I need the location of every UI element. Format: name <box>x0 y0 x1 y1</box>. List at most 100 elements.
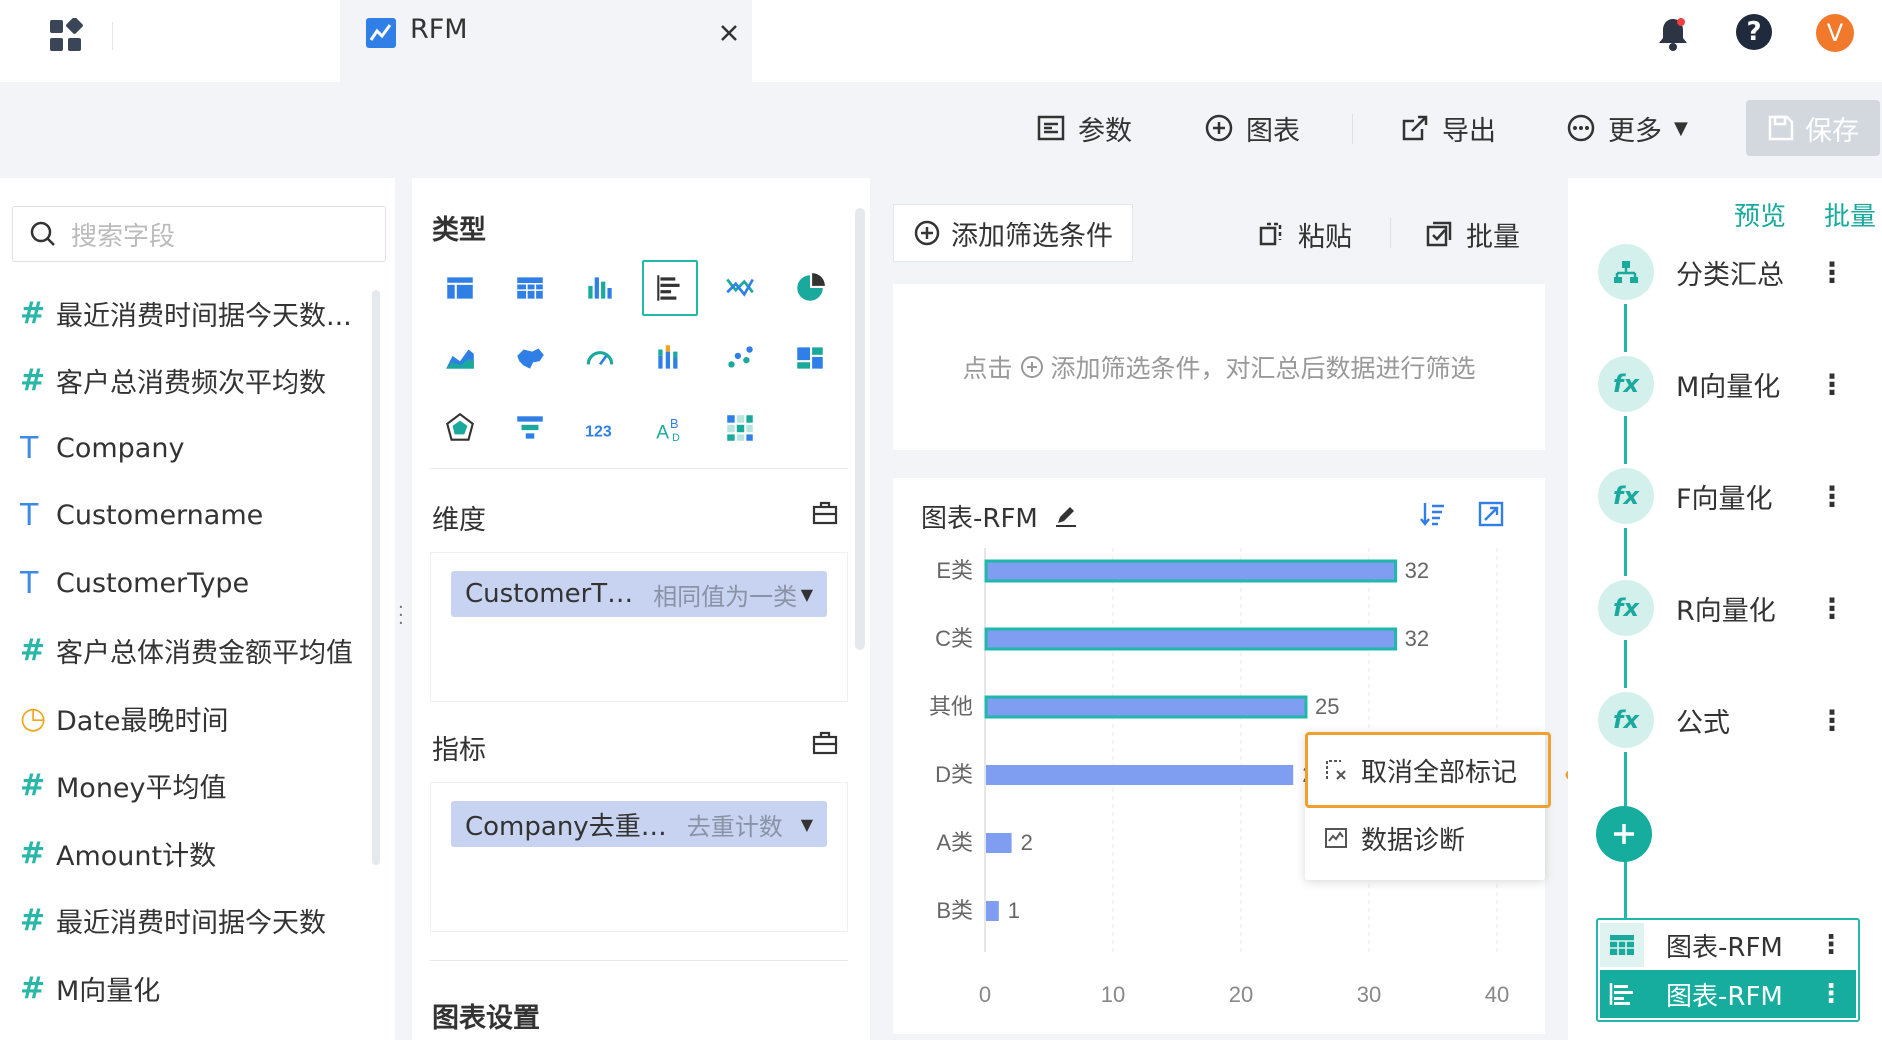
field-item[interactable]: # Amount计数 <box>20 833 216 873</box>
geo-text-icon: T <box>20 430 39 466</box>
batch-link[interactable]: 批量 <box>1824 196 1876 233</box>
field-item[interactable]: # 最近消费时间据今天数... <box>20 293 352 333</box>
more-vertical-icon[interactable]: ⋮ <box>1818 979 1844 1009</box>
scrollbar[interactable] <box>855 208 865 650</box>
bar[interactable] <box>984 695 1308 719</box>
plus-icon <box>1614 824 1634 844</box>
field-item[interactable]: # 客户总体消费金额平均值 <box>20 631 353 671</box>
field-item[interactable]: T CustomerType <box>20 563 249 603</box>
step-label: M向量化 <box>1676 371 1781 403</box>
apps-grid-icon[interactable] <box>48 18 84 54</box>
more-vertical-icon[interactable]: ⋮ <box>1818 930 1844 960</box>
y-category-label: C类 <box>935 626 973 651</box>
metric-title: 指标 <box>432 735 486 766</box>
number-icon: # <box>20 295 46 331</box>
word-cloud-icon[interactable]: ABD <box>642 400 698 456</box>
export-icon <box>1402 115 1428 141</box>
number-icon: # <box>20 633 46 668</box>
dimension-pill[interactable]: CustomerT… 相同值为一类 ▼ <box>451 571 827 617</box>
pill-sublabel: 去重计数 <box>686 812 783 841</box>
field-item[interactable]: # 客户总消费频次平均数 <box>20 361 326 401</box>
stacked-bar-icon[interactable] <box>642 330 698 386</box>
more-vertical-icon[interactable]: ⋮ <box>1818 704 1846 737</box>
params-button[interactable]: 参数 <box>1036 108 1132 148</box>
y-category-label: D类 <box>935 762 973 787</box>
caret-down-icon[interactable]: ▼ <box>801 585 813 604</box>
output-table-item[interactable]: 图表-RFM ⋮ <box>1600 922 1856 968</box>
step-label: 分类汇总 <box>1676 259 1784 291</box>
more-vertical-icon[interactable]: ⋮ <box>1818 592 1846 625</box>
x-tick-label: 20 <box>1229 982 1253 1007</box>
field-item[interactable]: ◷ Date最晚时间 <box>20 698 229 738</box>
bell-icon[interactable] <box>1656 16 1690 52</box>
more-vertical-icon[interactable]: ⋮ <box>1818 368 1846 401</box>
field-item[interactable]: # 最近消费时间据今天数 <box>20 901 326 941</box>
pie-chart-icon[interactable] <box>782 260 838 316</box>
pipeline-step[interactable]: fx F向量化 ⋮ <box>1598 464 1860 528</box>
map-icon[interactable] <box>502 330 558 386</box>
sort-icon[interactable] <box>1419 500 1447 528</box>
kpi-number-icon[interactable]: 123 <box>572 400 628 456</box>
add-chart-button[interactable]: 图表 <box>1204 108 1300 148</box>
pipeline-step[interactable]: fx 公式 ⋮ <box>1598 688 1860 752</box>
data-diagnose-menu-item[interactable]: 数据诊断 <box>1305 804 1545 872</box>
more-button[interactable]: 更多 ▼ <box>1566 108 1688 148</box>
add-filter-button[interactable]: 添加筛选条件 <box>893 204 1133 262</box>
bar[interactable] <box>984 627 1398 651</box>
output-label: 图表-RFM <box>1666 932 1783 963</box>
expand-icon[interactable] <box>1477 500 1505 528</box>
bar[interactable] <box>986 901 999 921</box>
funnel-icon[interactable] <box>502 400 558 456</box>
add-step-button[interactable] <box>1596 806 1652 862</box>
bar[interactable] <box>984 559 1398 583</box>
area-chart-icon[interactable] <box>432 330 488 386</box>
pipeline-step[interactable]: 分类汇总 ⋮ <box>1598 240 1860 304</box>
horizontal-bar-icon[interactable] <box>642 260 698 316</box>
avatar[interactable]: V <box>1816 14 1854 52</box>
radar-icon[interactable] <box>432 400 488 456</box>
close-icon[interactable] <box>718 22 740 44</box>
fx-icon: fx <box>1598 580 1654 636</box>
save-button[interactable]: 保存 <box>1746 100 1880 156</box>
scrollbar[interactable] <box>372 290 380 865</box>
bar[interactable] <box>986 765 1294 785</box>
treemap-icon[interactable] <box>782 330 838 386</box>
caret-down-icon[interactable]: ▼ <box>801 815 813 834</box>
number-icon: # <box>20 363 46 398</box>
help-icon[interactable]: ? <box>1736 14 1772 50</box>
paste-button[interactable]: 粘贴 <box>1256 214 1352 254</box>
field-item[interactable]: T Customername <box>20 496 263 536</box>
y-category-label: 其他 <box>929 694 973 719</box>
filter-hint-area[interactable]: 点击 添加筛选条件，对汇总后数据进行筛选 <box>893 284 1545 450</box>
bar-chart-icon[interactable] <box>572 260 628 316</box>
tab-rfm[interactable]: RFM <box>340 0 752 82</box>
output-chart-item[interactable]: 图表-RFM ⋮ <box>1600 970 1856 1018</box>
pipeline-step[interactable]: fx M向量化 ⋮ <box>1598 352 1860 416</box>
table-icon[interactable] <box>432 260 488 316</box>
resize-handle-icon[interactable]: · · · <box>398 599 404 633</box>
gauge-icon[interactable] <box>572 330 628 386</box>
diagnose-icon <box>1325 828 1347 848</box>
combo-chart-icon[interactable] <box>712 260 768 316</box>
x-tick-label: 0 <box>979 982 991 1007</box>
briefcase-icon[interactable] <box>812 500 838 526</box>
pipeline-step[interactable]: fx R向量化 ⋮ <box>1598 576 1860 640</box>
cross-table-icon[interactable] <box>502 260 558 316</box>
bar[interactable] <box>986 833 1012 853</box>
more-vertical-icon[interactable]: ⋮ <box>1818 256 1846 289</box>
preview-link[interactable]: 预览 <box>1734 196 1786 233</box>
heatmap-icon[interactable] <box>712 400 768 456</box>
field-item[interactable]: T Company <box>20 428 184 468</box>
field-item[interactable]: # M向量化 <box>20 968 160 1008</box>
search-input[interactable]: 搜索字段 <box>12 206 386 262</box>
export-button[interactable]: 导出 <box>1400 108 1496 148</box>
edit-icon[interactable] <box>1053 502 1079 528</box>
plus-circle-icon <box>914 220 940 246</box>
metric-pill[interactable]: Company去重… 去重计数 ▼ <box>451 801 827 847</box>
briefcase-icon[interactable] <box>812 730 838 756</box>
field-item[interactable]: # Money平均值 <box>20 766 227 806</box>
scatter-icon[interactable] <box>712 330 768 386</box>
batch-button[interactable]: 批量 <box>1424 214 1520 254</box>
more-vertical-icon[interactable]: ⋮ <box>1818 480 1846 513</box>
fx-icon: fx <box>1598 468 1654 524</box>
